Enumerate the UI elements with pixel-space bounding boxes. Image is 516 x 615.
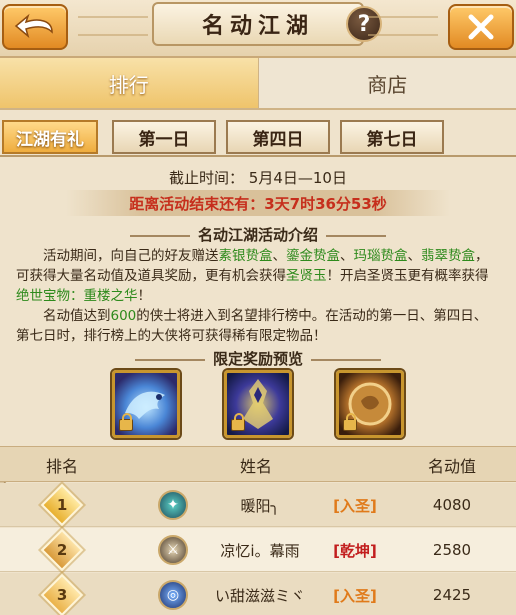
desc-text: 活动期间，向自己的好友赠送 — [43, 248, 219, 264]
avatar-cell: ◎ — [148, 573, 198, 615]
rank-number: 2 — [56, 541, 68, 559]
rank-cell: 1 — [0, 483, 124, 527]
main-tabs: 排行 商店 — [0, 58, 516, 110]
player-avatar[interactable]: ✦ — [158, 490, 188, 520]
desc-text: 、 — [272, 248, 287, 264]
rank-badge-icon: 1 — [40, 483, 84, 527]
desc-text: 、 — [407, 248, 422, 264]
item-name: 圣贤玉 — [286, 268, 327, 284]
gift-name: 翡翠贽盒 — [421, 248, 475, 264]
ornament-line — [311, 358, 381, 361]
avatar-cell: ✦ — [148, 483, 198, 527]
faction-tag: [乾坤] — [333, 541, 377, 560]
reward-item-orb[interactable] — [336, 370, 404, 438]
desc-paragraph-1: 活动期间，向自己的好友赠送素银贽盒、鎏金贽盒、玛瑙贽盒、翡翠贽盒，可获得大量名动… — [16, 246, 500, 306]
back-arrow-icon — [14, 13, 53, 39]
player-name: 暖阳╮ — [240, 496, 280, 515]
title-plate: 名动江湖 — [152, 2, 364, 46]
faction-tag: [入圣] — [333, 496, 377, 515]
reward-item-dragon[interactable] — [112, 370, 180, 438]
countdown-text: 距离活动结束还有：3天7时36分53秒 — [129, 194, 387, 213]
player-avatar[interactable]: ⚔ — [158, 535, 188, 565]
header-bar: 名动江湖 ? — [0, 0, 516, 58]
rank-number: 3 — [56, 586, 68, 604]
header-ornament-left — [78, 16, 148, 36]
close-button[interactable] — [448, 4, 514, 50]
rank-badge-icon: 2 — [40, 528, 84, 572]
intro-heading: 名动江湖活动介绍 — [0, 224, 516, 245]
column-header-rank: 排名 — [45, 457, 78, 476]
subtab-day-four[interactable]: 第四日 — [226, 120, 330, 154]
rank-number: 1 — [56, 496, 68, 514]
intro-title-text: 名动江湖活动介绍 — [197, 226, 318, 244]
ornament-line — [134, 358, 205, 361]
avatar-cell: ⚔ — [148, 528, 198, 572]
lock-icon — [231, 413, 245, 431]
gift-name: 素银贽盒 — [218, 248, 273, 264]
table-header: 排名 姓名 名动值 — [0, 446, 516, 482]
desc-paragraph-2: 名动值达到600的侠士将进入到名望排行榜中。在活动的第一日、第四日、第七日时，排… — [16, 306, 500, 346]
rank-cell: 2 — [0, 528, 124, 572]
subtab-day-one[interactable]: 第一日 — [112, 120, 216, 154]
reward-heading: 限定奖励预览 — [0, 348, 516, 369]
column-header-name: 姓名 — [239, 457, 272, 476]
rank-cell: 3 — [0, 573, 124, 615]
player-name: い甜滋滋ミヾ — [214, 586, 305, 605]
tab-ranking[interactable]: 排行 — [0, 58, 259, 108]
faction-tag: [入圣] — [333, 586, 377, 605]
page-title: 名动江湖 — [201, 13, 314, 39]
back-button[interactable] — [2, 4, 68, 50]
countdown-banner: 距离活动结束还有：3天7时36分53秒 — [66, 190, 450, 216]
reward-item-warrior[interactable] — [224, 370, 292, 438]
fame-value: 4080 — [432, 496, 472, 514]
desc-text: ！开启圣贤玉更有概率获得 — [326, 268, 489, 284]
gift-name: 玛瑙贽盒 — [353, 248, 408, 264]
lock-icon — [119, 413, 133, 431]
ornament-line — [129, 234, 190, 237]
player-avatar[interactable]: ◎ — [158, 580, 188, 610]
desc-text: 、 — [340, 248, 354, 264]
table-row[interactable]: 2 ⚔ 凉忆i。幕雨 [乾坤] 2580 — [0, 528, 516, 572]
player-name: 凉忆i。幕雨 — [220, 541, 300, 560]
tab-shop[interactable]: 商店 — [258, 58, 516, 108]
tab-divider — [0, 155, 516, 157]
desc-text: ！ — [137, 288, 152, 304]
sub-tabs: 江湖有礼 第一日 第四日 第七日 — [0, 120, 516, 154]
desc-text: 名动值达到 — [43, 308, 111, 324]
reward-title-text: 限定奖励预览 — [212, 350, 303, 368]
table-row[interactable]: 3 ◎ い甜滋滋ミヾ [入圣] 2425 — [0, 573, 516, 615]
column-header-value: 名动值 — [427, 457, 476, 476]
subtab-day-seven[interactable]: 第七日 — [340, 120, 444, 154]
deadline-text: 截止时间： 5月4日—10日 — [169, 169, 347, 187]
ornament-line — [326, 234, 386, 237]
rank-badge-icon: 3 — [40, 573, 84, 615]
fame-value: 2425 — [432, 586, 472, 604]
item-name: 绝世宝物：重楼之华 — [16, 288, 138, 304]
threshold-value: 600 — [110, 308, 137, 324]
subtab-jianghu-gift[interactable]: 江湖有礼 — [2, 120, 98, 154]
fame-value: 2580 — [432, 541, 472, 559]
header-ornament-right — [368, 16, 438, 36]
event-description: 活动期间，向自己的好友赠送素银贽盒、鎏金贽盒、玛瑙贽盒、翡翠贽盒，可获得大量名动… — [16, 246, 500, 346]
close-icon — [468, 14, 494, 40]
gift-name: 鎏金贽盒 — [286, 248, 340, 264]
lock-icon — [343, 413, 357, 431]
table-row[interactable]: 1 ✦ 暖阳╮ [入圣] 4080 — [0, 483, 516, 527]
